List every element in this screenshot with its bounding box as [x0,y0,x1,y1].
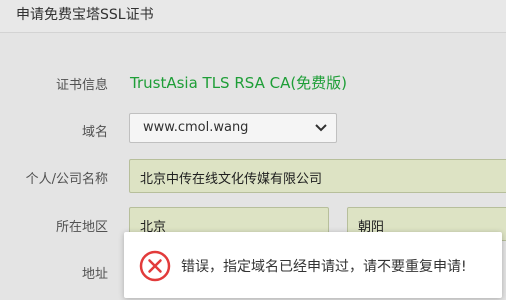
error-toast: 错误，指定域名已经申请过，请不要重复申请! [124,232,502,298]
error-circle-icon [139,250,171,282]
error-message: 错误，指定域名已经申请过，请不要重复申请! [181,259,467,275]
